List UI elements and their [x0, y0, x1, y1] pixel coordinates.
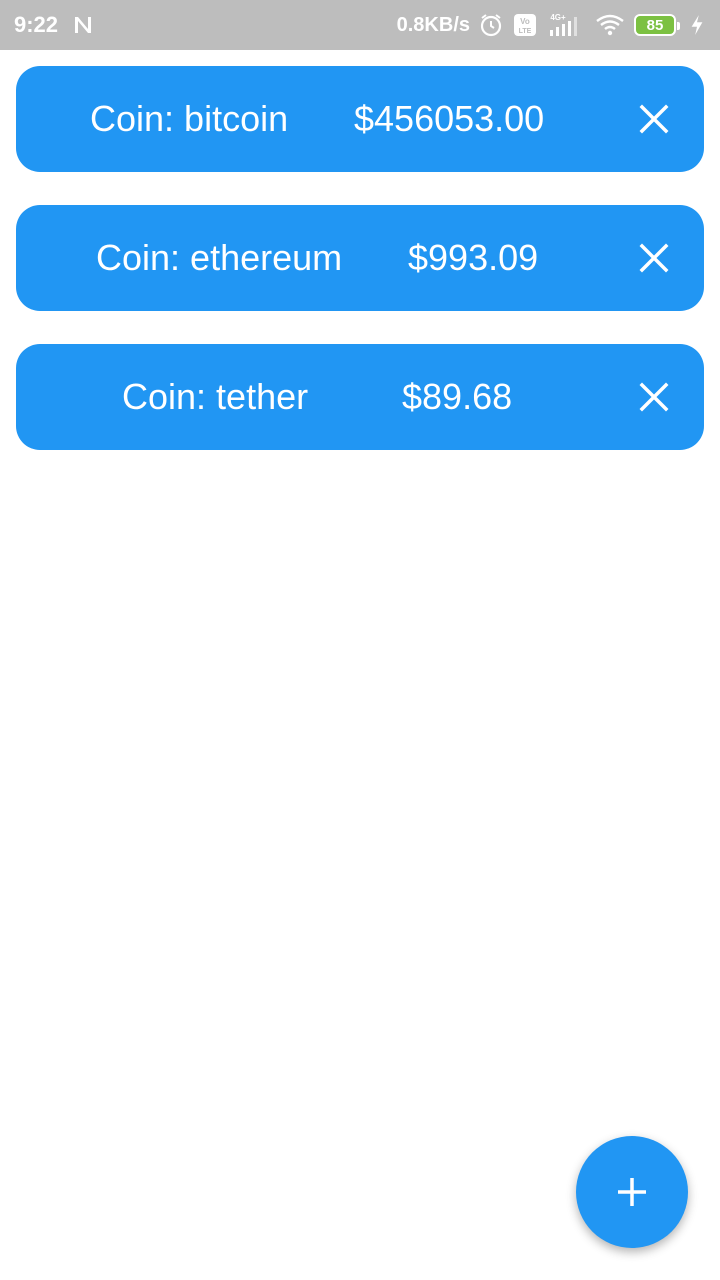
- wifi-icon: [596, 14, 624, 36]
- coin-card-ethereum[interactable]: Coin: ethereum $993.09: [16, 205, 704, 311]
- status-time: 9:22: [14, 12, 59, 37]
- coin-name: Coin: bitcoin: [90, 98, 289, 139]
- svg-text:Vo: Vo: [520, 17, 530, 26]
- add-coin-button[interactable]: [576, 1136, 688, 1248]
- status-right: 0.8KB/s Vo LTE 4G+ 85: [397, 12, 706, 38]
- coin-price: $89.68: [402, 376, 513, 417]
- volte-icon: Vo LTE: [514, 14, 536, 36]
- coin-name: Coin: ethereum: [96, 237, 343, 278]
- n-notification-icon: [75, 17, 92, 33]
- net-type-label: 4G+: [550, 13, 566, 22]
- coin-name: Coin: tether: [122, 376, 309, 417]
- coin-card-tether[interactable]: Coin: tether $89.68: [16, 344, 704, 450]
- alarm-icon: [480, 14, 502, 37]
- close-icon[interactable]: [634, 377, 674, 417]
- battery-level: 85: [646, 16, 664, 34]
- charging-icon: [691, 15, 703, 35]
- net-speed: 0.8KB/s: [396, 13, 470, 36]
- coin-price: $456053.00: [354, 98, 545, 139]
- signal-4g-icon: 4G+: [550, 13, 577, 36]
- svg-text:LTE: LTE: [519, 28, 532, 35]
- plus-icon: [618, 1178, 646, 1206]
- close-icon[interactable]: [634, 99, 674, 139]
- status-bar: 9:22 0.8KB/s Vo LTE 4G+ 85: [0, 0, 720, 50]
- coin-list: Coin: bitcoin $456053.00 Coin: ethereum …: [16, 66, 704, 483]
- coin-price: $993.09: [408, 237, 539, 278]
- close-icon[interactable]: [634, 238, 674, 278]
- status-left: 9:22: [14, 12, 94, 38]
- battery-icon: 85: [634, 14, 680, 36]
- coin-card-bitcoin[interactable]: Coin: bitcoin $456053.00: [16, 66, 704, 172]
